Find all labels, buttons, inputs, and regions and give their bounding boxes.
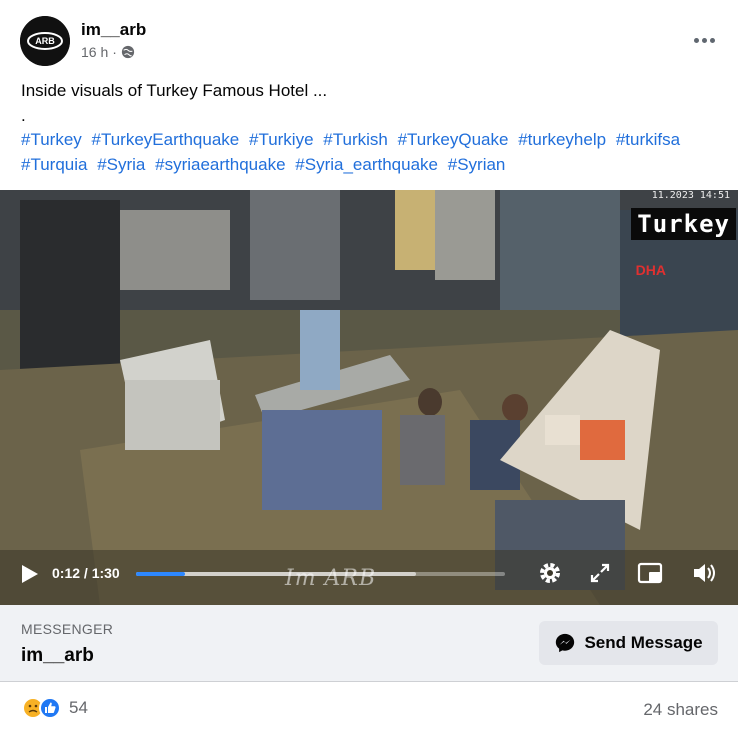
post-card: ARB im__arb 16 h · Inside visuals of Tur…	[0, 0, 738, 734]
reaction-summary[interactable]: 54	[22, 697, 88, 719]
messenger-icon	[556, 633, 575, 653]
video-time: 0:12 / 1:30	[52, 565, 120, 581]
video-frame	[0, 190, 738, 605]
hashtag-link[interactable]: #Syrian	[448, 155, 506, 174]
reaction-count: 54	[69, 698, 88, 717]
post-text: Inside visuals of Turkey Famous Hotel ..…	[21, 78, 721, 128]
hashtag-link[interactable]: #TurkeyQuake	[398, 130, 509, 149]
settings-icon[interactable]	[536, 559, 564, 587]
video-controls: 0:12 / 1:30	[0, 555, 738, 605]
send-message-button[interactable]: Send Message	[539, 621, 718, 665]
video-player[interactable]: 11.2023 14:51 Turkey DHA Im ARB 0:12 / 1…	[0, 190, 738, 605]
globe-icon[interactable]	[121, 45, 135, 59]
hashtag-link[interactable]: #turkeyhelp	[518, 130, 606, 149]
dot-icon	[701, 37, 707, 43]
svg-text:ARB: ARB	[35, 36, 55, 46]
send-message-label: Send Message	[584, 633, 703, 652]
hashtag-link[interactable]: #TurkeyEarthquake	[92, 130, 240, 149]
dot-icon	[709, 37, 715, 43]
like-reaction-icon	[39, 697, 61, 719]
post-text-line: .	[21, 106, 26, 125]
hashtag-link[interactable]: #Turkish	[323, 130, 388, 149]
messenger-page-name: im__arb	[21, 645, 94, 666]
post-time[interactable]: 16 h	[81, 44, 108, 60]
avatar[interactable]: ARB	[20, 16, 70, 66]
post-footer: 54 24 shares	[0, 681, 738, 734]
post-meta: 16 h ·	[81, 44, 135, 60]
fullscreen-icon[interactable]	[586, 559, 614, 587]
hashtag-link[interactable]: #syriaearthquake	[155, 155, 285, 174]
post-text-line: Inside visuals of Turkey Famous Hotel ..…	[21, 81, 328, 100]
volume-icon[interactable]	[690, 559, 718, 587]
hashtag-link[interactable]: #Syria_earthquake	[295, 155, 438, 174]
author-name[interactable]: im__arb	[81, 20, 146, 40]
hashtag-link[interactable]: #Turquia	[21, 155, 87, 174]
played-bar	[136, 572, 186, 576]
dot-icon	[693, 37, 699, 43]
picture-in-picture-icon[interactable]	[636, 559, 664, 587]
video-progress-bar[interactable]	[136, 572, 505, 576]
shares-count[interactable]: 24 shares	[643, 700, 718, 720]
post-header: ARB im__arb 16 h ·	[20, 16, 720, 68]
messenger-label: MESSENGER	[21, 621, 114, 637]
hashtag-link[interactable]: #Turkey	[21, 130, 82, 149]
more-options-button[interactable]	[688, 26, 720, 54]
messenger-panel: MESSENGER im__arb Send Message	[0, 605, 738, 681]
hashtag-link[interactable]: #Syria	[97, 155, 145, 174]
channel-logo: DHA	[635, 262, 666, 278]
hashtag-list: #Turkey #TurkeyEarthquake #Turkiye #Turk…	[21, 127, 721, 177]
video-overlay-label: Turkey	[631, 208, 736, 240]
video-timestamp: 11.2023 14:51	[651, 190, 730, 201]
hashtag-link[interactable]: #turkifsa	[616, 130, 680, 149]
hashtag-link[interactable]: #Turkiye	[249, 130, 314, 149]
meta-separator: ·	[112, 44, 117, 60]
play-icon[interactable]	[18, 563, 40, 585]
